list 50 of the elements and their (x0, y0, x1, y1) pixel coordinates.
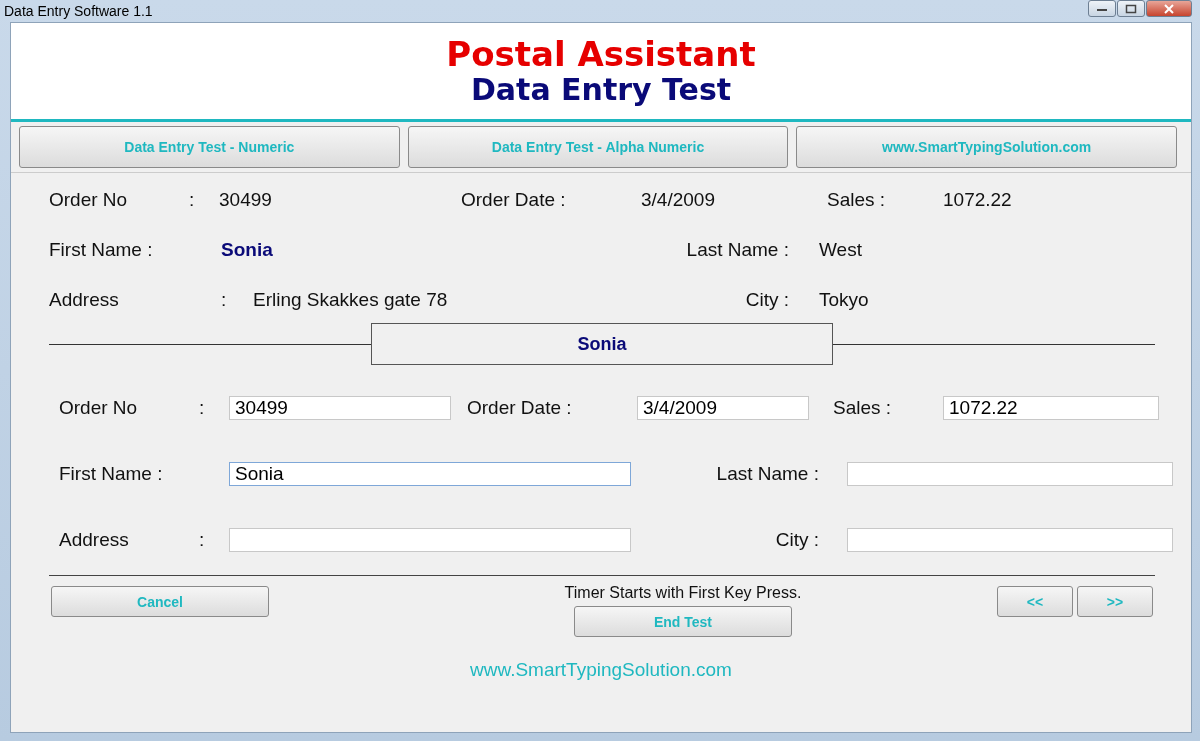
field-label: Order Date : (461, 189, 567, 211)
input-field[interactable] (229, 528, 631, 552)
app-subtitle: Data Entry Test (470, 73, 732, 107)
field-label: Sales : (833, 397, 893, 419)
field-value: 1072.22 (943, 189, 1012, 211)
field-label: Sales : (827, 189, 887, 211)
input-field[interactable] (847, 528, 1173, 552)
field-value: West (819, 239, 863, 261)
field-separator: : (221, 289, 228, 311)
field-separator: : (199, 529, 206, 551)
next-button[interactable]: >> (1077, 586, 1153, 617)
maximize-icon (1125, 3, 1137, 14)
field-value: Tokyo (819, 289, 870, 311)
field-label: Address (59, 529, 130, 551)
nav-button[interactable]: Data Entry Test - Alpha Numeric (407, 126, 789, 168)
previous-button[interactable]: << (997, 586, 1073, 617)
app-title: Postal Assistant (446, 35, 756, 73)
field-separator: : (199, 397, 206, 419)
field-value: 3/4/2009 (641, 189, 716, 211)
field-label: Last Name : (686, 239, 789, 261)
minimize-button[interactable] (1088, 0, 1116, 17)
field-label: First Name : (49, 239, 154, 261)
nav-button[interactable]: www.SmartTypingSolution.com (796, 126, 1177, 168)
field-label: Order No (49, 189, 129, 211)
close-button[interactable] (1146, 0, 1192, 17)
input-field[interactable]: 1072.22 (943, 396, 1159, 420)
field-label: Last Name : (716, 463, 819, 485)
field-label: City : (745, 289, 789, 311)
window-title: Data Entry Software 1.1 (4, 3, 153, 19)
input-field[interactable]: Sonia (229, 462, 631, 486)
timer-note: Timer Starts with First Key Press. (564, 584, 802, 602)
field-label: City : (775, 529, 819, 551)
field-value: 30499 (219, 189, 273, 211)
field-value: Erling Skakkes gate 78 (253, 289, 448, 311)
nav-button[interactable]: Data Entry Test - Numeric (19, 126, 400, 168)
website-link[interactable]: www.SmartTypingSolution.com (470, 659, 732, 681)
cancel-button[interactable]: Cancel (51, 586, 269, 617)
field-label: Order Date : (467, 397, 573, 419)
maximize-button[interactable] (1117, 0, 1145, 17)
field-label: Address (49, 289, 120, 311)
field-value: Sonia (221, 239, 273, 261)
field-label: Order No (59, 397, 139, 419)
current-word-box: Sonia (371, 323, 833, 365)
input-field[interactable]: 3/4/2009 (637, 396, 809, 420)
field-label: First Name : (59, 463, 164, 485)
field-separator: : (189, 189, 196, 211)
input-field[interactable] (847, 462, 1173, 486)
end-test-button[interactable]: End Test (574, 606, 792, 637)
input-field[interactable]: 30499 (229, 396, 451, 420)
close-icon (1163, 3, 1175, 14)
